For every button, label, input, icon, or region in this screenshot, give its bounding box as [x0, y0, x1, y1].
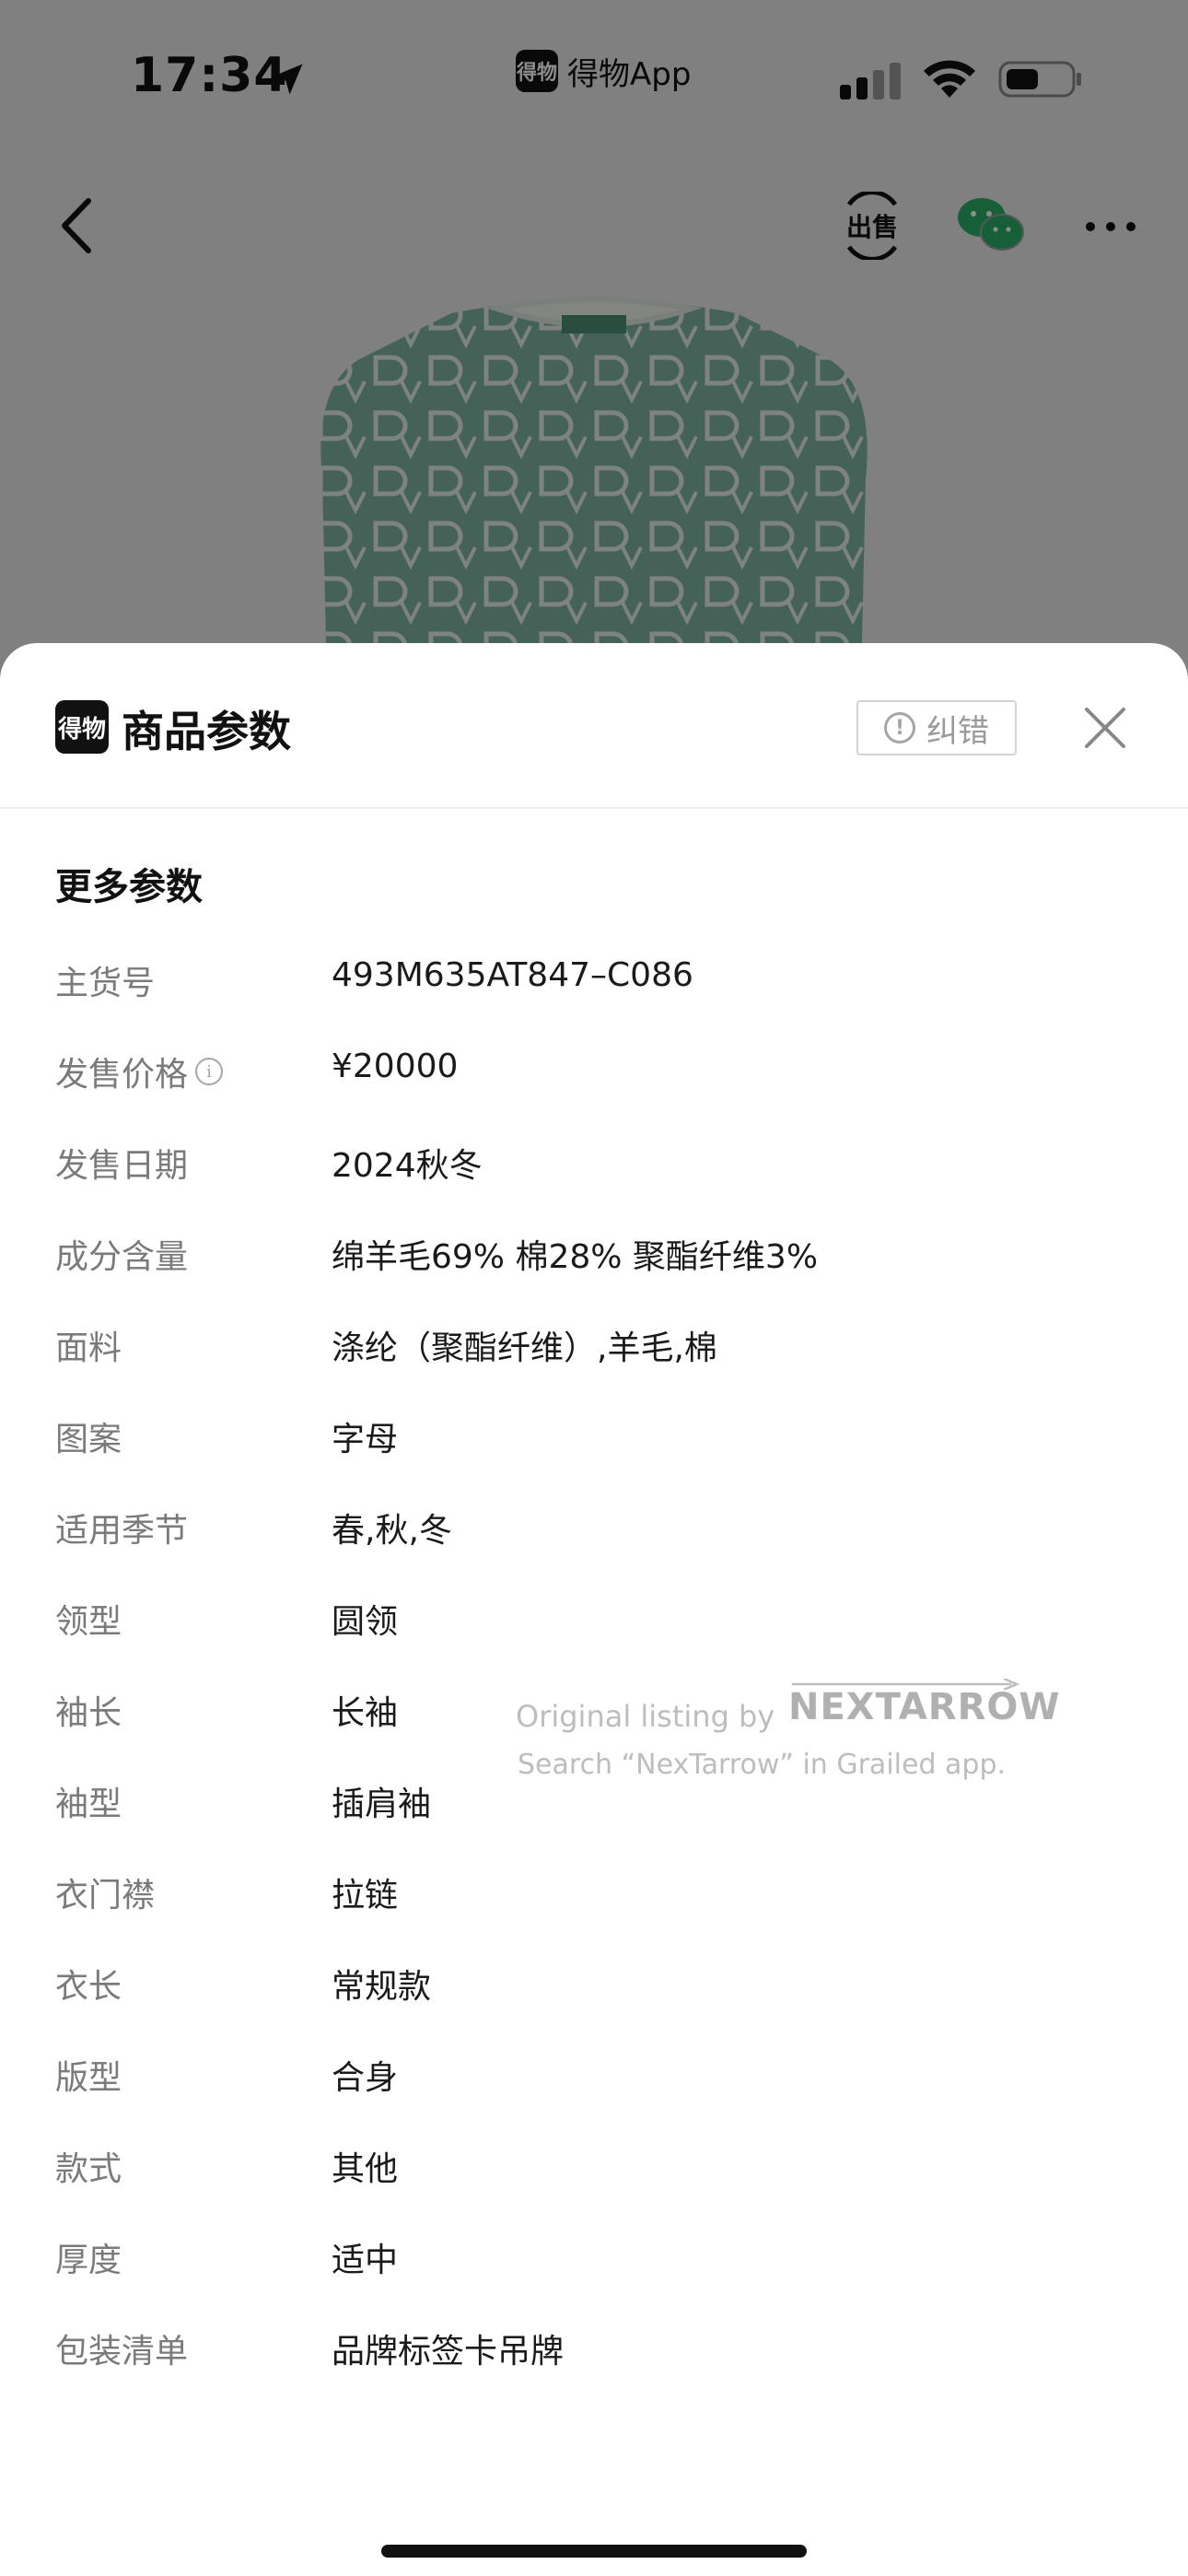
- param-row: 衣长 常规款: [55, 1960, 1133, 2051]
- param-value: 春,秋,冬: [332, 1512, 452, 1550]
- param-label: 领型: [55, 1603, 122, 1641]
- param-label: 版型: [55, 2059, 122, 2097]
- param-label: 适用季节: [55, 1512, 189, 1550]
- close-icon[interactable]: [1083, 706, 1127, 750]
- section-title-more-params: 更多参数: [55, 866, 203, 908]
- param-label: 面料: [55, 1329, 122, 1367]
- param-row: 图案 字母: [55, 1412, 1133, 1504]
- watermark-line2: Search “NexTarrow” in Grailed app.: [518, 1749, 1007, 1781]
- param-label: 发售日期: [55, 1147, 189, 1185]
- param-row: 发售价格 i ¥20000: [55, 1048, 1133, 1139]
- param-value: 拉链: [332, 1877, 399, 1914]
- param-row: 成分含量 绵羊毛69% 棉28% 聚酯纤维3%: [55, 1230, 1133, 1321]
- param-value: 品牌标签卡吊牌: [332, 2333, 565, 2371]
- report-error-label: 纠错: [926, 712, 989, 750]
- param-label: 袖型: [55, 1786, 122, 1823]
- param-label: 厚度: [55, 2242, 122, 2279]
- sheet-title: 商品参数: [122, 707, 291, 756]
- home-indicator[interactable]: [381, 2545, 807, 2558]
- param-value: 常规款: [332, 1968, 432, 2006]
- param-label: 袖长: [55, 1694, 122, 1732]
- param-row: 适用季节 春,秋,冬: [55, 1504, 1133, 1595]
- param-value: ¥20000: [332, 1048, 459, 1085]
- param-value: 其他: [332, 2150, 399, 2188]
- param-label: 发售价格 i: [55, 1048, 332, 1095]
- sheet-header: 得物 商品参数 ! 纠错: [0, 643, 1188, 809]
- param-value: 适中: [332, 2242, 399, 2279]
- param-value: 绵羊毛69% 棉28% 聚酯纤维3%: [332, 1238, 819, 1276]
- param-value: 圆领: [332, 1603, 399, 1641]
- param-row: 厚度 适中: [55, 2233, 1133, 2324]
- info-icon[interactable]: i: [195, 1058, 224, 1085]
- param-row: 面料 涤纶（聚酯纤维）,羊毛,棉: [55, 1321, 1133, 1412]
- param-row: 款式 其他: [55, 2142, 1133, 2233]
- param-label: 衣门襟: [55, 1877, 156, 1914]
- param-value: 2024秋冬: [332, 1147, 483, 1185]
- param-label: 成分含量: [55, 1238, 189, 1276]
- param-label: 主货号: [55, 965, 156, 1002]
- param-row: 衣门襟 拉链: [55, 1868, 1133, 1960]
- exclamation-circle-icon: !: [884, 712, 915, 744]
- product-params-sheet: 得物 商品参数 ! 纠错 更多参数 主货号 493M635AT847–C086 …: [0, 643, 1188, 2576]
- param-row: 发售日期 2024秋冬: [55, 1139, 1133, 1230]
- param-label: 包装清单: [55, 2333, 189, 2371]
- param-value: 合身: [332, 2059, 399, 2097]
- param-row: 袖型 插肩袖: [55, 1777, 1133, 1868]
- param-value: 长袖: [332, 1694, 399, 1732]
- param-row: 包装清单 品牌标签卡吊牌: [55, 2324, 1133, 2416]
- param-row: 版型 合身: [55, 2051, 1133, 2142]
- param-value: 插肩袖: [332, 1786, 432, 1823]
- watermark: Original listing by NEXTARROW Search “Ne…: [516, 1679, 1060, 1789]
- report-error-button[interactable]: ! 纠错: [856, 700, 1017, 755]
- param-row: 领型 圆领: [55, 1595, 1133, 1686]
- watermark-brand: NEXTARROW: [788, 1686, 1061, 1728]
- param-label: 衣长: [55, 1968, 122, 2006]
- param-row: 主货号 493M635AT847–C086: [55, 956, 1133, 1048]
- dewu-logo-icon: 得物: [55, 700, 109, 754]
- param-value: 字母: [332, 1421, 399, 1458]
- param-label: 图案: [55, 1421, 122, 1458]
- param-value: 涤纶（聚酯纤维）,羊毛,棉: [332, 1329, 717, 1367]
- watermark-line1: Original listing by: [516, 1699, 775, 1734]
- param-label: 款式: [55, 2150, 122, 2188]
- param-value: 493M635AT847–C086: [332, 956, 693, 994]
